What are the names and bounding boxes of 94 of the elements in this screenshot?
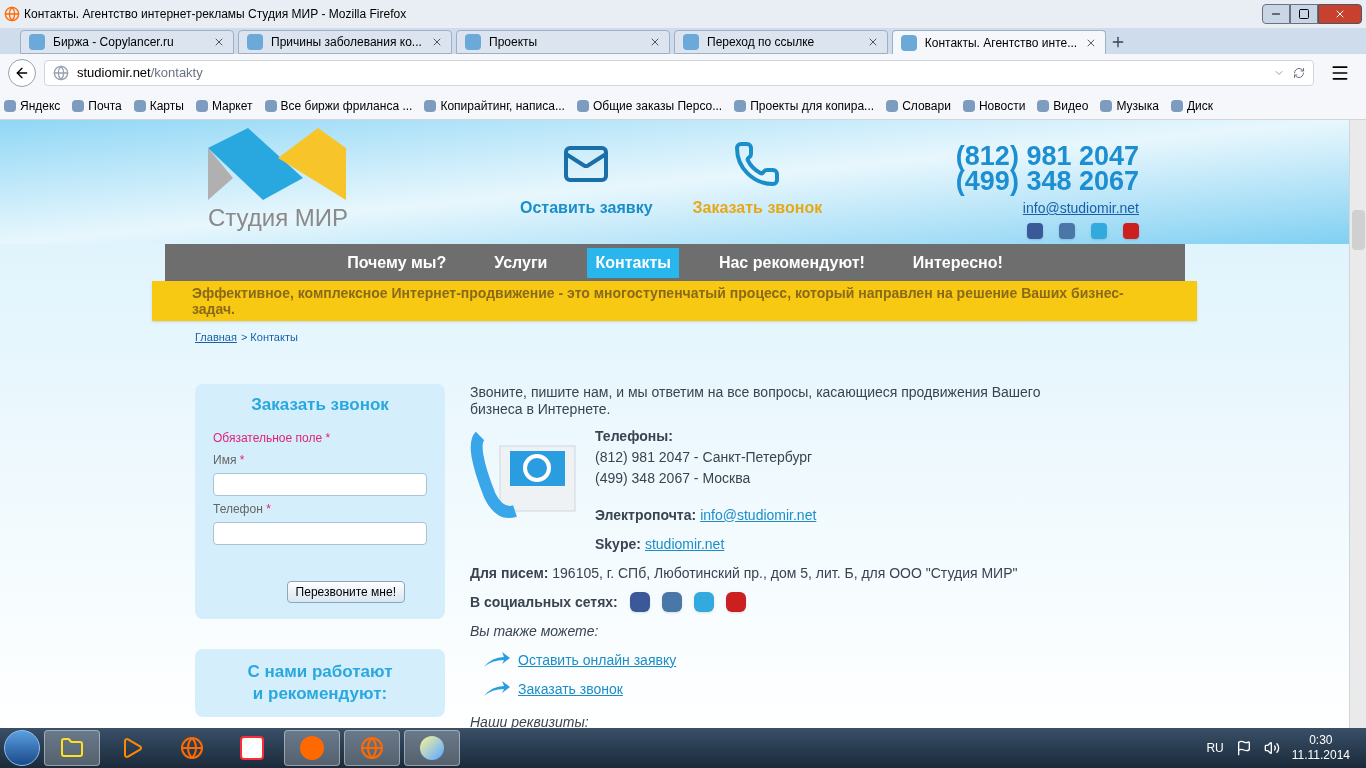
reload-icon	[1293, 67, 1305, 79]
tab-label: Причины заболевания ко...	[271, 34, 422, 51]
nav-tab[interactable]: Услуги	[486, 247, 556, 278]
close-tab-icon	[867, 36, 879, 48]
panel-title: Заказать звонок	[250, 393, 390, 416]
required-note: Обязательное поле *	[213, 430, 332, 447]
globe-icon	[53, 65, 69, 81]
bookmark-item[interactable]: Почта	[72, 96, 122, 115]
action-link[interactable]: Заказать звонок	[518, 678, 623, 700]
intro-text: Звоните, пишите нам, и мы ответим на все вопросы, касающиеся продвижения Вашего бизнеса в Интернете.	[470, 383, 1042, 418]
phone-line: (812) 981 2047 - Санкт-Петербург	[595, 447, 814, 467]
bookmark-item[interactable]: Проекты для копира...	[734, 96, 875, 115]
favicon-icon	[901, 34, 917, 51]
text-input[interactable]	[213, 473, 427, 496]
logo-icon	[208, 128, 348, 200]
favicon-icon	[247, 34, 263, 50]
email-link[interactable]: info@studiomir.net	[700, 504, 817, 526]
bookmark-item[interactable]: Музыка	[1100, 96, 1159, 115]
phones-label: Телефоны:	[595, 426, 674, 446]
logo-text: Студия МИР	[208, 203, 350, 233]
url-text: studiomir.net/kontakty	[77, 64, 203, 83]
bookmark-item[interactable]: Диск	[1170, 96, 1213, 115]
close-button[interactable]	[1318, 4, 1362, 24]
close-tab-icon	[649, 36, 661, 48]
folder-icon	[60, 736, 84, 760]
tab-label: Контакты. Агентство инте...	[924, 34, 1078, 52]
address-bar[interactable]: studiomir.net/kontakty	[44, 60, 1314, 86]
favicon-icon	[29, 34, 45, 50]
field-label: Телефон *	[213, 501, 272, 518]
close-tab-icon	[1085, 36, 1097, 49]
language-indicator[interactable]: RU	[1206, 739, 1224, 757]
favicon-icon	[683, 34, 699, 50]
maximize-icon	[1298, 8, 1310, 20]
speaker-icon	[1263, 740, 1280, 756]
browser-icon	[4, 6, 20, 22]
action-link[interactable]: Оставить онлайн заявку	[518, 649, 677, 671]
browser-icon	[360, 736, 384, 760]
bookmark-item[interactable]: Маркет	[195, 96, 253, 115]
minimize-button[interactable]	[1262, 4, 1290, 24]
callback-button[interactable]: Перезвоните мне!	[286, 581, 405, 603]
browser-tab[interactable]: Проекты	[456, 30, 670, 54]
browser-tab[interactable]: Причины заболевания ко...	[238, 30, 452, 54]
breadcrumb-current: > Контакты	[240, 330, 298, 345]
close-tab-icon	[213, 36, 225, 48]
clock-date: 11.11.2014	[1291, 748, 1350, 763]
also-text: Вы также можете:	[470, 621, 600, 641]
bookmark-item[interactable]: Яндекс	[4, 96, 61, 115]
bookmark-item[interactable]: Новости	[962, 96, 1026, 115]
browser-tab[interactable]: Биржа - Copylancer.ru	[20, 30, 234, 54]
bookmark-item[interactable]: Карты	[133, 96, 184, 115]
bookmark-item[interactable]: Все биржи фриланса ...	[264, 96, 413, 115]
back-button[interactable]	[8, 59, 36, 87]
tab-label: Проекты	[489, 34, 538, 51]
nav-tab[interactable]: Почему мы?	[339, 247, 455, 278]
tab-label: Биржа - Copylancer.ru	[53, 34, 174, 51]
maximize-button[interactable]	[1290, 4, 1318, 24]
bookmark-item[interactable]: Видео	[1037, 96, 1089, 115]
browser-icon	[180, 736, 204, 760]
social-label: В социальных сетях:	[470, 592, 618, 612]
clock-time: 0:30	[1309, 733, 1333, 748]
field-label: Имя *	[213, 452, 246, 469]
header-phone: (812) 981 2047	[955, 144, 1139, 169]
phone-line: (499) 348 2067 - Москва	[595, 468, 752, 488]
menu-icon	[1330, 63, 1350, 83]
postal-address: Для писем: 196105, г. СПб, Люботинский пр., дом 5, лит. Б, для ООО "Студия МИР"	[470, 563, 1019, 583]
nav-tab[interactable]: Интересно!	[904, 247, 1011, 278]
arrow-icon	[482, 651, 510, 669]
browser-tab[interactable]: Переход по ссылке	[674, 30, 888, 54]
bookmark-item[interactable]: Копирайтинг, написа...	[424, 96, 565, 115]
promo-banner: Эффективное, комплексное Интернет-продвижение - это многоступенчатый процесс, который направлен на решение Ваших бизнес-задач.	[152, 281, 1197, 321]
window-title: Контакты. Агентство интернет-рекламы Студия МИР - Mozilla Firefox	[24, 6, 407, 23]
flag-icon	[1235, 740, 1252, 756]
favicon-icon	[465, 34, 481, 50]
phone-icon	[733, 140, 782, 188]
scrollbar[interactable]	[1349, 120, 1366, 728]
tab-label: Переход по ссылке	[707, 34, 815, 51]
bookmark-item[interactable]: Общие заказы Персо...	[576, 96, 723, 115]
skype-link[interactable]: studiomir.net	[644, 533, 725, 555]
close-icon	[1334, 8, 1346, 20]
panel-title: С нами работают и рекомендуют:	[246, 661, 394, 705]
requisites-text: Наши реквизиты:	[470, 712, 590, 732]
arrow-icon	[482, 680, 510, 698]
bookmark-item[interactable]: Словари	[886, 96, 951, 115]
skype-label: Skype:	[595, 534, 641, 554]
breadcrumb-link[interactable]: Главная	[195, 329, 237, 346]
nav-tab[interactable]: Нас рекомендуют!	[710, 247, 873, 278]
text-input[interactable]	[213, 522, 427, 545]
close-tab-icon	[431, 36, 443, 48]
header-email-link[interactable]: info@studiomir.net	[1022, 198, 1139, 219]
new-tab-icon	[1110, 34, 1126, 50]
start-button[interactable]	[4, 730, 40, 766]
browser-tab[interactable]: Контакты. Агентство инте...	[892, 30, 1106, 54]
email-label: Электропочта:	[595, 505, 697, 525]
header-phone: (499) 348 2067	[955, 169, 1139, 194]
